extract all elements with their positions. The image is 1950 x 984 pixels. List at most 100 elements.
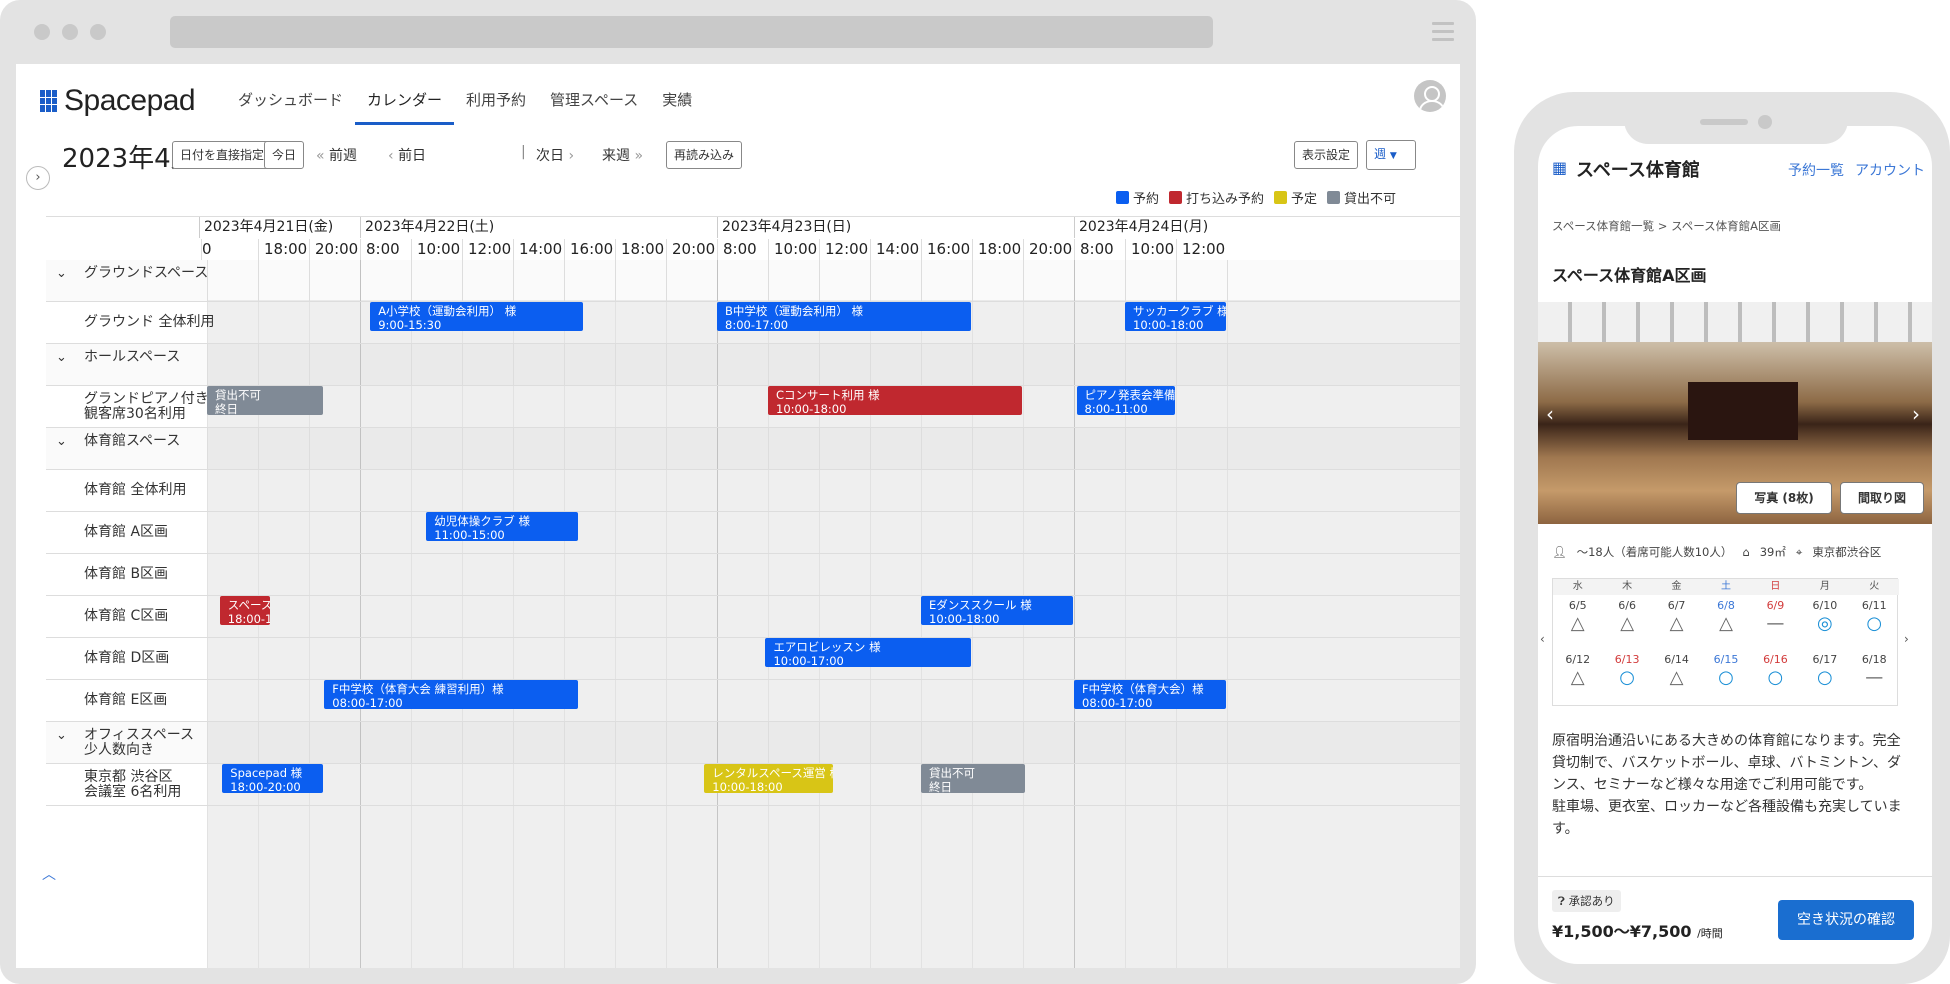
weekday-header: 金	[1651, 579, 1702, 595]
availability-day[interactable]: 6/9—	[1751, 599, 1800, 651]
scroll-up-chevron-icon[interactable]: ︿	[42, 864, 56, 884]
availability-day[interactable]: 6/8 △	[1701, 599, 1750, 651]
availability-day[interactable]: 6/16 ○	[1751, 653, 1800, 705]
prev-day-button[interactable]: ‹ 前日	[388, 145, 426, 165]
calendar-event[interactable]: サッカークラブ 様 10:00-18:00	[1125, 302, 1226, 331]
event-title: B中学校（運動会利用） 様	[725, 304, 864, 318]
view-select[interactable]: 週 ▼	[1366, 140, 1416, 170]
availability-day[interactable]: 6/13 ○	[1602, 653, 1651, 705]
lane-label[interactable]: グラウンドスペース	[84, 266, 208, 281]
calendar-event[interactable]: ピアノ発表会準備 様8:00-11:00	[1076, 386, 1175, 415]
availability-day[interactable]: 6/10 ◎	[1800, 599, 1849, 651]
lane-label[interactable]: 体育館スペース	[84, 434, 180, 449]
lane-label[interactable]: オフィススペース 少人数向き	[84, 728, 194, 758]
weekday-header: 日	[1750, 579, 1801, 595]
lane-label[interactable]: 体育館 A区画	[84, 525, 168, 540]
availability-day[interactable]: 6/18—	[1850, 653, 1899, 705]
lane-label[interactable]: 体育館 B区画	[84, 567, 168, 582]
availability-day[interactable]: 6/12 △	[1553, 653, 1602, 705]
availability-day[interactable]: 6/5 △	[1553, 599, 1602, 651]
availability-day[interactable]: 6/6 △	[1602, 599, 1651, 651]
calendar-event[interactable]: レンタルスペース運営 様 10:00-18:00	[704, 764, 834, 793]
breadcrumb[interactable]: スペース体育館一覧 > スペース体育館A区画	[1552, 218, 1781, 234]
account-link[interactable]: アカウント	[1855, 160, 1925, 180]
availability-day[interactable]: 6/17 ○	[1800, 653, 1849, 705]
hour-label: 12:00	[462, 239, 513, 260]
lane-label[interactable]: グラウンド 全体利用	[84, 315, 214, 330]
legend-swatch	[1274, 191, 1288, 204]
calendar-event[interactable]: Eダンススクール 様 10:00-18:00	[921, 596, 1073, 625]
calendar-event[interactable]: B中学校（運動会利用） 様 8:00-17:00	[717, 302, 971, 331]
lane-label[interactable]: 東京都 渋谷区 会議室 6名利用	[84, 770, 181, 800]
nav-spaces[interactable]: 管理スペース	[550, 89, 638, 125]
collapse-chevron-icon[interactable]: ⌄	[56, 266, 67, 281]
calendar-event[interactable]: Spacepad 様 18:00-20:00	[222, 764, 324, 793]
next-week-button[interactable]: 来週 »	[602, 145, 643, 165]
availability-day[interactable]: 6/11 ○	[1850, 599, 1899, 651]
next-photo-icon[interactable]: ›	[1912, 402, 1920, 426]
floorplan-button[interactable]: 間取り図	[1840, 482, 1924, 514]
check-availability-button[interactable]: 空き状況の確認	[1778, 900, 1914, 940]
display-settings-button[interactable]: 表示設定	[1294, 141, 1359, 169]
event-title: 幼児体操クラブ 様	[434, 514, 530, 528]
availability-date: 6/10	[1812, 599, 1838, 612]
legend-label: 予約	[1133, 192, 1160, 207]
calendar-next-icon[interactable]: ›	[1904, 632, 1909, 646]
lane-label[interactable]: 体育館 C区画	[84, 609, 168, 624]
availability-mark-icon: △	[1669, 667, 1684, 688]
nav-reservations[interactable]: 利用予約	[466, 89, 526, 125]
collapse-chevron-icon[interactable]: ⌄	[56, 434, 67, 449]
logo[interactable]: Spacepad	[40, 84, 196, 118]
lane-group-row	[46, 428, 1460, 470]
lane-label[interactable]: 体育館 E区画	[84, 693, 167, 708]
calendar-event[interactable]: 貸出不可 終日	[921, 764, 1025, 793]
photos-button[interactable]: 写真 (8枚)	[1736, 482, 1832, 514]
availability-day[interactable]: 6/7 △	[1652, 599, 1701, 651]
collapse-chevron-icon[interactable]: ⌄	[56, 350, 67, 365]
lane-label[interactable]: ホールスペース	[84, 350, 180, 365]
calendar-event[interactable]: A小学校（運動会利用） 様 9:00-15:30	[370, 302, 584, 331]
menu-icon[interactable]	[1432, 22, 1454, 44]
calendar-event[interactable]: 幼児体操クラブ 様 11:00-15:00	[426, 512, 579, 541]
hour-label: 8:00	[1074, 239, 1125, 260]
next-day-button[interactable]: 次日 ›	[536, 145, 574, 165]
calendar-prev-icon[interactable]: ‹	[1540, 632, 1545, 646]
day-header: 2023年4月24日(月)	[1074, 216, 1227, 238]
calendar-event[interactable]: エアロビレッスン 様 10:00-17:00	[765, 638, 971, 667]
legend: 予約 打ち込み予約 予定 貸出不可	[1116, 188, 1396, 207]
lane-label[interactable]: グランドピアノ付き 観客席30名利用	[84, 392, 209, 422]
app-canvas: Spacepad ダッシュボード カレンダー 利用予約 管理スペース 実績 20…	[16, 64, 1460, 968]
lane-label[interactable]: 体育館 全体利用	[84, 483, 186, 498]
nav-calendar[interactable]: カレンダー	[355, 89, 455, 125]
availability-day[interactable]: 6/15 ○	[1701, 653, 1750, 705]
availability-calendar: 水木金土日月火 6/5 △ 6/6 △ 6/7 △ 6/8 △ 6/9—6/10 ◎ 6/11 ○ 6/1…	[1552, 578, 1899, 706]
availability-mark-icon: △	[1669, 613, 1684, 634]
availability-date: 6/5	[1568, 599, 1587, 612]
address-bar[interactable]	[170, 16, 1213, 48]
event-title: Spacepad 様	[230, 766, 303, 780]
calendar-event[interactable]: F中学校（体育大会 練習利用）様 08:00-17:00	[324, 680, 579, 709]
reload-button[interactable]: 再読み込み	[666, 141, 743, 169]
reservation-list-link[interactable]: 予約一覧	[1788, 160, 1844, 180]
today-button[interactable]: 今日	[264, 141, 305, 169]
collapse-chevron-icon[interactable]: ⌄	[56, 728, 67, 743]
pin-icon: ⌖	[1795, 544, 1803, 559]
sidebar-toggle-chevron-icon[interactable]: ›	[26, 166, 50, 190]
event-time: 10:00-18:00	[1133, 318, 1204, 331]
prev-photo-icon[interactable]: ‹	[1546, 402, 1554, 426]
nav-results[interactable]: 実績	[662, 89, 692, 125]
hour-label: 14:00	[870, 239, 921, 260]
gym-photo[interactable]: ‹ › 写真 (8枚) 間取り図	[1538, 302, 1932, 524]
calendar-event[interactable]: F中学校（体育大会）様 08:00-17:00	[1074, 680, 1226, 709]
lane-label[interactable]: 体育館 D区画	[84, 651, 169, 666]
nav-dashboard[interactable]: ダッシュボード	[238, 89, 343, 125]
lane-row	[46, 680, 1460, 722]
event-time: 10:00-18:00	[929, 612, 1000, 625]
calendar-event[interactable]: スペースマ18:00-19	[219, 596, 270, 625]
prev-week-button[interactable]: « 前週	[316, 145, 357, 165]
jump-date-button[interactable]: 日付を直接指定	[172, 141, 273, 169]
calendar-event[interactable]: 貸出不可 終日	[207, 386, 324, 415]
user-avatar-icon[interactable]	[1414, 80, 1446, 112]
availability-day[interactable]: 6/14 △	[1652, 653, 1701, 705]
calendar-event[interactable]: Cコンサート利用 様 10:00-18:00	[768, 386, 1022, 415]
